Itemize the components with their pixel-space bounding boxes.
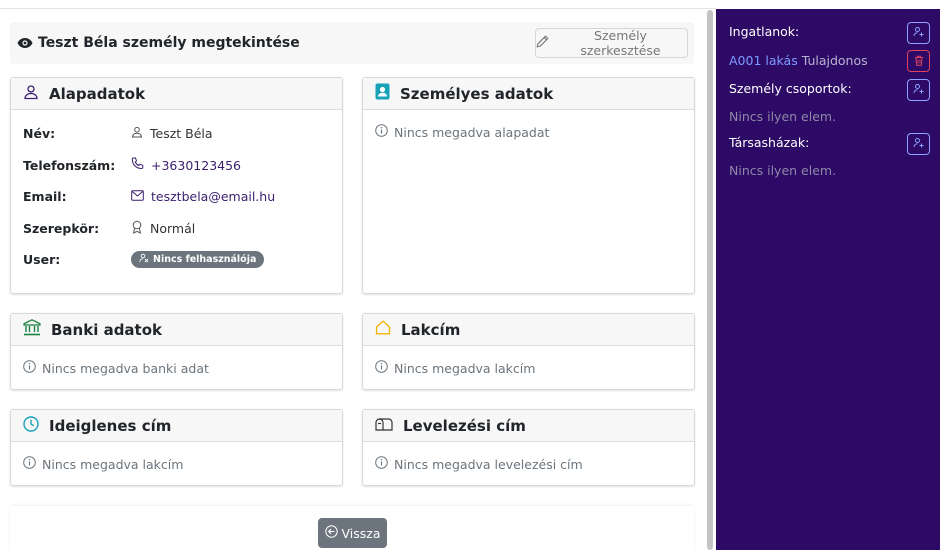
card-header: Lakcím	[363, 314, 694, 346]
empty-text: Nincs megadva lakcím	[394, 360, 536, 376]
footer-bar: Vissza	[10, 506, 694, 550]
empty-text: Nincs megadva alapadat	[394, 124, 550, 140]
condos-empty: Nincs ilyen elem.	[729, 163, 837, 178]
envelope-icon	[131, 189, 144, 204]
info-icon	[375, 124, 388, 140]
no-user-text: Nincs felhasználója	[153, 254, 257, 266]
empty-text: Nincs megadva lakcím	[42, 456, 184, 472]
id-card-icon	[375, 83, 390, 104]
delete-property-button[interactable]	[907, 50, 930, 72]
basic-data-card: Alapadatok Név: Teszt Béla Telefonszám: …	[10, 77, 343, 294]
clock-icon	[23, 415, 39, 436]
phone-value[interactable]: +3630123456	[131, 157, 241, 173]
temporary-address-card: Ideiglenes cím Nincs megadva lakcím	[10, 409, 343, 486]
user-slash-icon	[139, 253, 149, 266]
phone-text: +3630123456	[151, 157, 242, 173]
email-text: tesztbela@email.hu	[151, 189, 276, 205]
role-text: Normál	[150, 220, 196, 236]
right-sidebar: Ingatlanok: A001 lakás Tulajdonos Személ…	[716, 9, 940, 550]
role-value: Normál	[131, 220, 195, 237]
phone-label: Telefonszám:	[23, 157, 116, 173]
properties-heading: Ingatlanok:	[729, 24, 800, 39]
card-title: Lakcím	[401, 320, 461, 339]
empty-message: Nincs megadva levelezési cím	[375, 456, 682, 472]
property-link[interactable]: A001 lakás	[729, 53, 798, 68]
empty-message: Nincs megadva lakcím	[23, 456, 330, 472]
card-header: Levelezési cím	[363, 410, 694, 442]
name-label: Név:	[23, 126, 56, 142]
name-value: Teszt Béla	[131, 126, 213, 141]
person-groups-empty: Nincs ilyen elem.	[729, 109, 837, 124]
house-icon	[375, 320, 391, 339]
no-user-badge: Nincs felhasználója	[131, 251, 265, 269]
mailbox-icon	[375, 416, 393, 435]
card-header: Banki adatok	[11, 314, 342, 346]
personal-data-card: Személyes adatok Nincs megadva alapadat	[362, 77, 695, 294]
info-icon	[23, 360, 36, 376]
user-label: User:	[23, 252, 61, 268]
edit-person-button[interactable]: Személy szerkesztése	[535, 28, 688, 58]
email-label: Email:	[23, 189, 67, 205]
back-button[interactable]: Vissza	[318, 518, 387, 548]
mailing-address-card: Levelezési cím Nincs megadva levelezési …	[362, 409, 695, 486]
role-label: Szerepkör:	[23, 220, 100, 236]
name-text: Teszt Béla	[150, 126, 213, 142]
add-property-button[interactable]	[907, 22, 930, 44]
user-icon	[23, 84, 39, 104]
pencil-icon	[536, 35, 549, 51]
card-header: Személyes adatok	[363, 78, 694, 110]
vertical-scrollbar[interactable]	[707, 10, 713, 550]
edit-person-label: Személy szerkesztése	[580, 28, 661, 58]
card-title: Banki adatok	[51, 320, 163, 339]
email-row: Email: tesztbela@email.hu	[23, 181, 330, 213]
property-role: Tulajdonos	[801, 53, 868, 68]
eye-icon	[17, 34, 33, 53]
empty-message: Nincs megadva alapadat	[375, 124, 682, 140]
arrow-left-circle-icon	[324, 525, 338, 541]
info-icon	[375, 456, 388, 472]
phone-icon	[131, 157, 144, 173]
user-plus-icon	[913, 26, 925, 41]
empty-text: Nincs megadva levelezési cím	[394, 456, 583, 472]
bank-icon	[23, 319, 41, 340]
empty-message: Nincs megadva lakcím	[375, 360, 682, 376]
empty-text: Nincs megadva banki adat	[42, 360, 209, 376]
card-title: Levelezési cím	[403, 416, 526, 435]
add-condo-button[interactable]	[907, 133, 930, 155]
page-header: Teszt Béla személy megtekintése Személy …	[10, 22, 694, 64]
info-icon	[23, 456, 36, 472]
main-content: Teszt Béla személy megtekintése Személy …	[0, 0, 716, 550]
property-item: A001 lakás Tulajdonos	[729, 53, 868, 68]
card-title: Alapadatok	[49, 84, 146, 103]
condos-heading: Társasházak:	[729, 135, 810, 150]
user-icon	[131, 126, 143, 141]
card-title: Ideiglenes cím	[49, 416, 172, 435]
role-row: Szerepkör: Normál	[23, 213, 330, 245]
top-divider	[0, 8, 716, 9]
email-value[interactable]: tesztbela@email.hu	[131, 189, 275, 204]
trash-icon	[914, 54, 924, 69]
user-plus-icon	[913, 83, 925, 98]
user-row: User: Nincs felhasználója	[23, 244, 330, 276]
phone-row: Telefonszám: +3630123456	[23, 150, 330, 182]
page-title: Teszt Béla személy megtekintése	[38, 35, 300, 51]
card-header: Ideiglenes cím	[11, 410, 342, 442]
add-person-group-button[interactable]	[907, 79, 930, 101]
user-plus-icon	[913, 137, 925, 152]
person-groups-heading: Személy csoportok:	[729, 81, 852, 96]
bank-data-card: Banki adatok Nincs megadva banki adat	[10, 313, 343, 390]
info-icon	[375, 360, 388, 376]
card-title: Személyes adatok	[400, 84, 554, 103]
name-row: Név: Teszt Béla	[23, 118, 330, 150]
back-label: Vissza	[341, 525, 381, 541]
address-card: Lakcím Nincs megadva lakcím	[362, 313, 695, 390]
empty-message: Nincs megadva banki adat	[23, 360, 330, 376]
card-header: Alapadatok	[11, 78, 342, 110]
user-value: Nincs felhasználója	[131, 251, 265, 269]
award-icon	[131, 220, 143, 237]
